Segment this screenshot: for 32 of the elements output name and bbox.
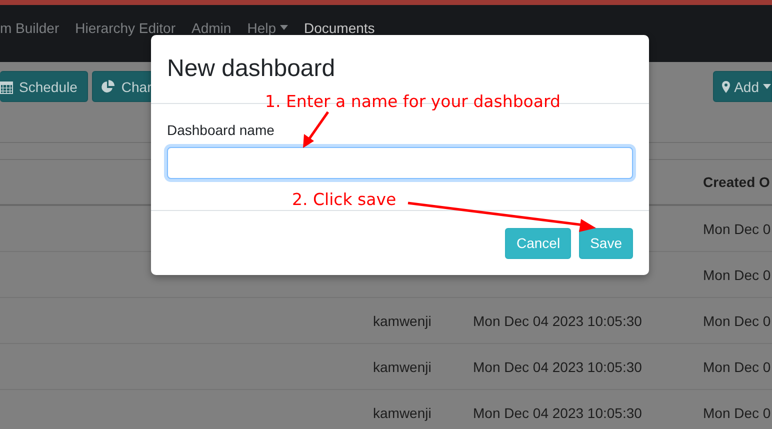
annotation-text: 2. Click save	[292, 190, 396, 209]
table-cell: Mon Dec 0	[703, 404, 772, 420]
cancel-button[interactable]: Cancel	[505, 228, 572, 258]
table-cell: Mon Dec 0	[703, 220, 772, 236]
nav-link[interactable]: Admin	[192, 20, 232, 36]
table-cell-text: kamwenji	[373, 312, 432, 328]
annotation-text: 1. Enter a name for your dashboard	[265, 92, 560, 111]
input-field[interactable]	[167, 147, 633, 179]
pie-chart-icon	[101, 80, 116, 94]
dialog-title: New dashboard	[167, 55, 336, 83]
caret-icon	[763, 84, 771, 89]
nav-link[interactable]: m Builder	[0, 20, 60, 36]
field-label: Dashboard name	[167, 122, 274, 138]
nav-link[interactable]: Documents	[304, 20, 375, 36]
column-header: Created O	[703, 174, 771, 190]
nav-link[interactable]: Help	[247, 20, 288, 36]
table-cell-text: Mon Dec 04 2023 10:05:30	[473, 404, 643, 420]
caret-icon	[280, 25, 288, 30]
table-cell: Mon Dec 0	[703, 312, 772, 328]
map-pin-icon	[722, 80, 730, 92]
nav-link[interactable]: Hierarchy Editor	[75, 20, 176, 36]
table-cell-text: Mon Dec 04 2023 10:05:30	[473, 358, 643, 374]
table-cell: Mon Dec 0	[703, 358, 772, 374]
calendar-icon	[0, 80, 13, 94]
save-button[interactable]: Save	[579, 228, 633, 258]
arrow	[303, 111, 330, 148]
add-button[interactable]: Add	[713, 71, 772, 102]
table-cell: Mon Dec 0	[703, 266, 772, 282]
table-cell-text: kamwenji	[373, 358, 432, 374]
table-cell-text: kamwenji	[373, 404, 432, 420]
table-cell-text: Mon Dec 04 2023 10:05:30	[473, 312, 643, 328]
toolbar-button[interactable]: Schedule	[0, 71, 88, 102]
